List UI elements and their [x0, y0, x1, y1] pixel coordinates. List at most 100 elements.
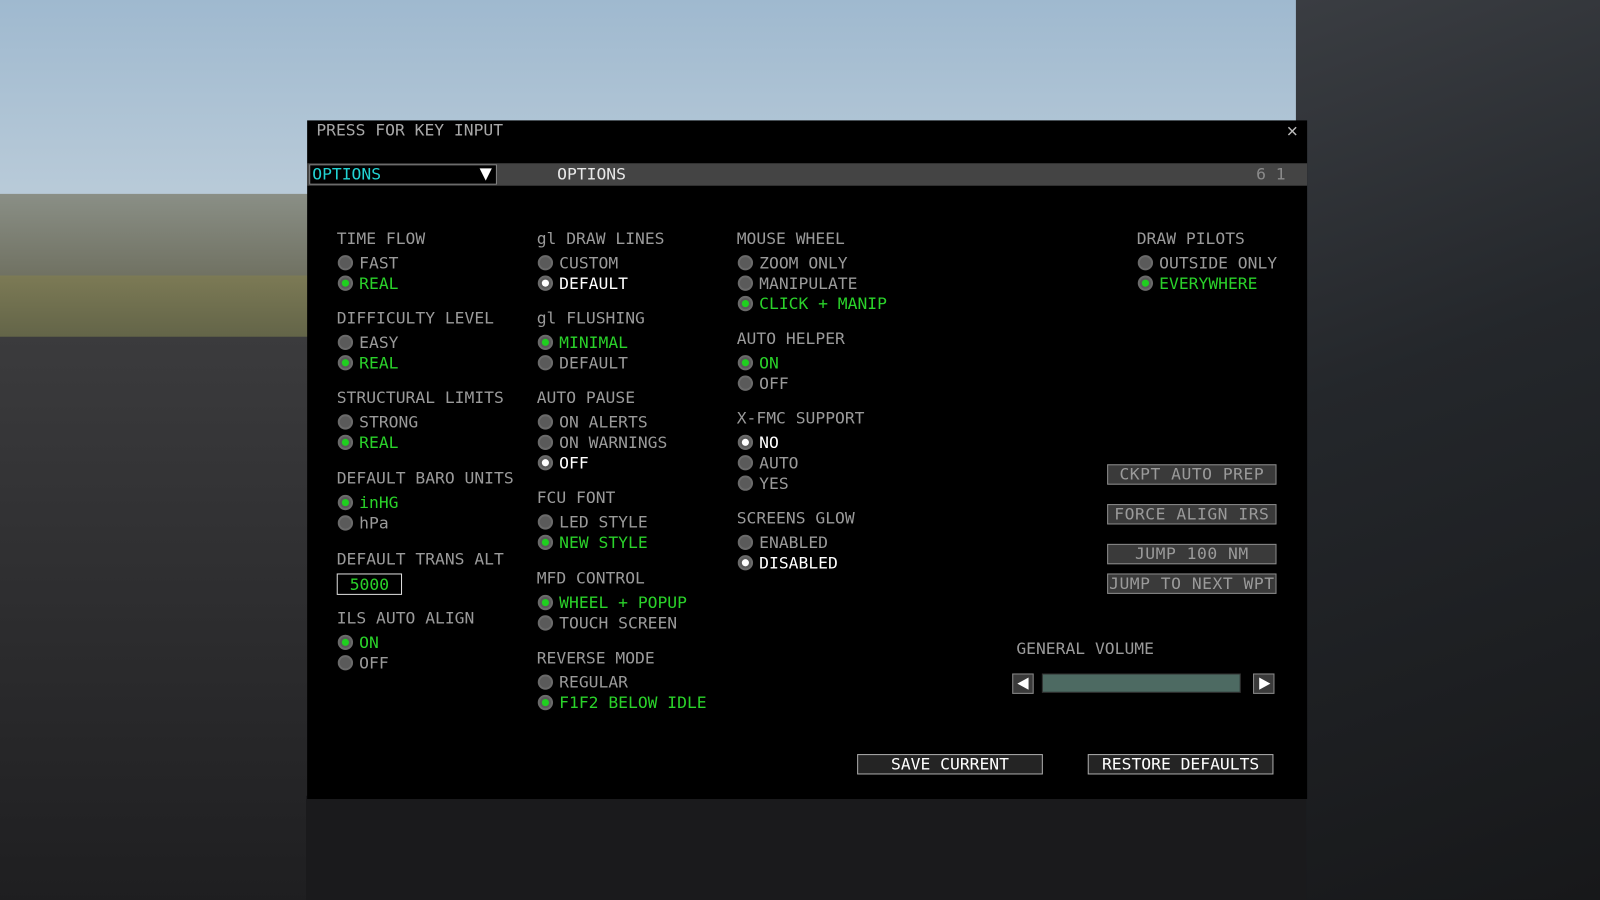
radio-button-icon[interactable] [537, 455, 554, 471]
mouse-wheel-option[interactable]: MANIPULATE [737, 273, 857, 293]
draw-pilots-option[interactable]: OUTSIDE ONLY [1137, 253, 1277, 272]
radio-button-icon[interactable] [337, 255, 354, 271]
gl-flushing-option[interactable]: MINIMAL [537, 333, 628, 352]
radio-button-icon[interactable] [337, 275, 354, 291]
radio-button-icon[interactable] [737, 434, 754, 450]
radio-button-icon[interactable] [337, 515, 354, 531]
option-label: EVERYWHERE [1159, 273, 1258, 293]
screens-glow-option[interactable]: ENABLED [737, 532, 828, 553]
draw-pilots-option[interactable]: EVERYWHERE [1137, 273, 1258, 293]
x-fmc-support-option[interactable]: YES [737, 473, 789, 493]
radio-button-icon[interactable] [337, 655, 354, 671]
gl-draw-lines-title: gl DRAW LINES [536, 228, 665, 248]
time-flow-option[interactable]: FAST [337, 253, 398, 272]
radio-button-icon[interactable] [337, 355, 354, 371]
save-current-button[interactable]: SAVE CURRENT [857, 754, 1043, 775]
radio-button-icon[interactable] [337, 434, 354, 450]
radio-button-icon[interactable] [1137, 255, 1154, 271]
radio-button-icon[interactable] [537, 355, 554, 371]
jump-100nm-button[interactable]: JUMP 100 NM [1107, 543, 1277, 565]
jump-next-wpt-button[interactable]: JUMP TO NEXT WPT [1107, 573, 1277, 594]
reverse-mode-option[interactable]: REGULAR [537, 672, 628, 692]
radio-button-icon[interactable] [737, 275, 754, 291]
default-baro-units-option[interactable]: hPa [337, 513, 389, 533]
ils-auto-align-option[interactable]: OFF [337, 653, 389, 673]
radio-button-icon[interactable] [337, 414, 354, 430]
structural-limits-option[interactable]: STRONG [337, 412, 418, 432]
option-label: ZOOM ONLY [759, 253, 848, 273]
difficulty-level-option[interactable]: EASY [337, 332, 399, 353]
radio-button-icon[interactable] [737, 555, 754, 571]
radio-button-icon[interactable] [737, 355, 754, 371]
volume-slider[interactable] [1041, 673, 1241, 693]
radio-button-icon[interactable] [537, 694, 554, 711]
radio-button-icon[interactable] [337, 634, 354, 650]
gl-draw-lines-option[interactable]: DEFAULT [537, 273, 628, 293]
radio-button-icon[interactable] [737, 534, 754, 550]
gl-draw-lines-option[interactable]: CUSTOM [537, 253, 618, 272]
radio-button-icon[interactable] [337, 334, 354, 350]
trans-alt-input[interactable]: 5000 [336, 573, 403, 595]
reverse-mode-option[interactable]: F1F2 BELOW IDLE [537, 693, 707, 712]
radio-button-icon[interactable] [337, 494, 354, 511]
option-label: DISABLED [759, 553, 838, 573]
fcu-font-option[interactable]: NEW STYLE [537, 533, 648, 552]
trans-alt-title: DEFAULT TRANS ALT [336, 548, 504, 569]
page-indicator: 6 1 [1256, 164, 1286, 184]
option-label: EASY [359, 332, 399, 353]
dropdown-arrow-icon [479, 168, 492, 181]
mouse-wheel-option[interactable]: CLICK + MANIP [737, 294, 887, 313]
default-baro-units-option[interactable]: inHG [337, 493, 398, 512]
flight-sim-scene: PRESS FOR KEY INPUT ✕ OPTIONS OPTIONS 6 … [0, 0, 1600, 900]
close-icon[interactable]: ✕ [1287, 120, 1298, 141]
difficulty-level-option[interactable]: REAL [337, 353, 398, 372]
radio-button-icon[interactable] [737, 475, 754, 491]
auto-helper-option[interactable]: ON [737, 353, 779, 372]
key-input-prompt[interactable]: PRESS FOR KEY INPUT [316, 120, 503, 139]
x-fmc-support-option[interactable]: NO [737, 433, 779, 452]
gl-flushing-title: gl FLUSHING [536, 308, 645, 328]
restore-defaults-button[interactable]: RESTORE DEFAULTS [1087, 754, 1274, 775]
time-flow-title: TIME FLOW [336, 228, 426, 248]
auto-pause-option[interactable]: ON WARNINGS [537, 433, 667, 452]
options-header-bar: OPTIONS OPTIONS 6 1 [307, 163, 1308, 186]
force-align-irs-button[interactable]: FORCE ALIGN IRS [1107, 504, 1277, 525]
auto-pause-option[interactable]: ON ALERTS [537, 412, 648, 432]
radio-button-icon[interactable] [737, 455, 754, 471]
radio-button-icon[interactable] [737, 255, 754, 271]
mfd-control-option[interactable]: TOUCH SCREEN [537, 613, 677, 633]
radio-button-icon[interactable] [537, 514, 554, 530]
option-label: REGULAR [559, 672, 628, 692]
mouse-wheel-option[interactable]: ZOOM ONLY [737, 253, 848, 273]
radio-button-icon[interactable] [737, 375, 754, 391]
radio-button-icon[interactable] [537, 414, 554, 430]
gl-flushing-option[interactable]: DEFAULT [537, 353, 628, 372]
radio-button-icon[interactable] [737, 295, 754, 312]
x-fmc-support-option[interactable]: AUTO [737, 453, 798, 472]
ils-auto-align-option[interactable]: ON [337, 633, 379, 652]
radio-button-icon[interactable] [537, 275, 554, 291]
time-flow-option[interactable]: REAL [337, 273, 398, 293]
radio-button-icon[interactable] [1137, 275, 1154, 291]
volume-increase-button[interactable] [1253, 673, 1275, 694]
ckpt-auto-prep-button[interactable]: CKPT AUTO PREP [1107, 464, 1277, 485]
structural-limits-option[interactable]: REAL [337, 433, 398, 452]
radio-button-icon[interactable] [537, 615, 554, 631]
option-label: OFF [759, 373, 789, 393]
volume-decrease-button[interactable] [1012, 673, 1034, 694]
fcu-font-option[interactable]: LED STYLE [537, 512, 648, 532]
mfd-control-option[interactable]: WHEEL + POPUP [537, 593, 687, 612]
radio-button-icon[interactable] [537, 434, 554, 450]
page-dropdown[interactable]: OPTIONS [309, 164, 497, 185]
option-label: OFF [359, 653, 389, 673]
radio-button-icon[interactable] [537, 674, 554, 690]
screens-glow-option[interactable]: DISABLED [737, 553, 838, 573]
radio-button-icon[interactable] [537, 255, 554, 271]
radio-button-icon[interactable] [537, 594, 554, 611]
option-label: ENABLED [759, 532, 828, 553]
radio-button-icon[interactable] [537, 534, 554, 550]
radio-button-icon[interactable] [537, 334, 554, 350]
hills-background [0, 193, 327, 286]
auto-helper-option[interactable]: OFF [737, 373, 789, 393]
auto-pause-option[interactable]: OFF [537, 453, 589, 472]
